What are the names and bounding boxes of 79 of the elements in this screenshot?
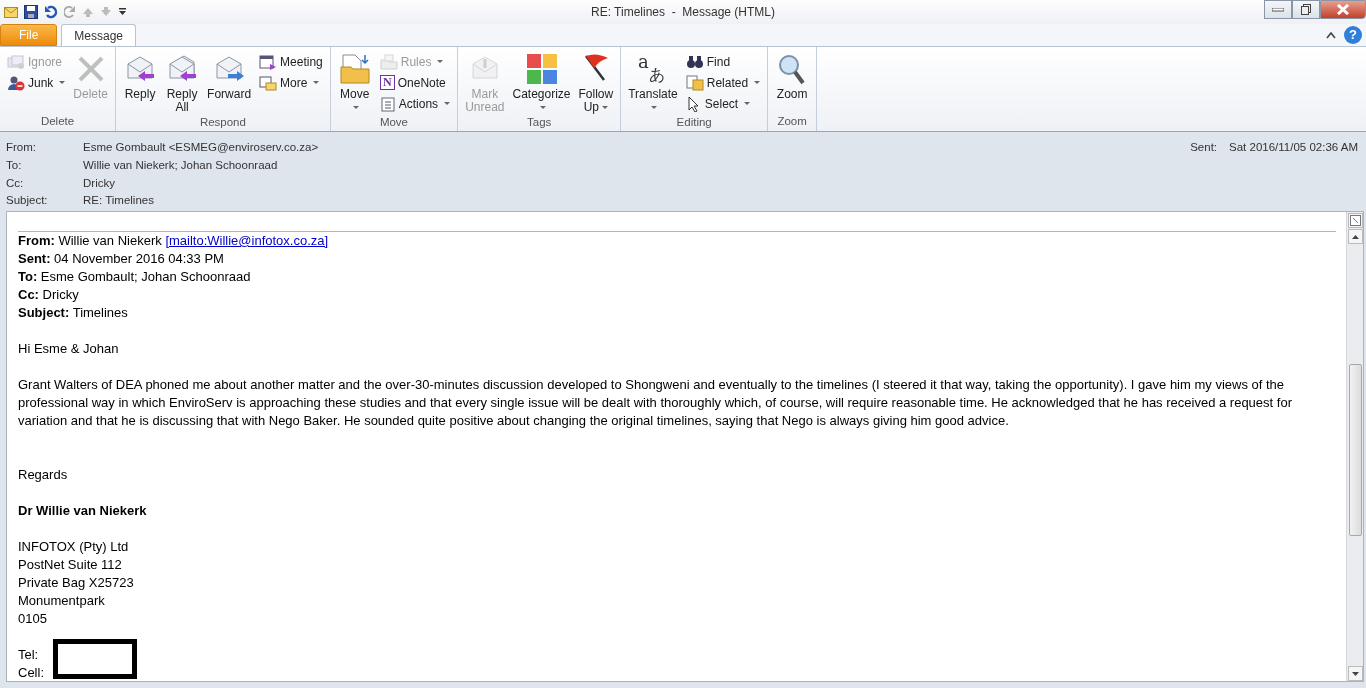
reply-all-icon: [166, 54, 199, 84]
clipboard-icon: [379, 95, 396, 112]
field-value: Dricky: [83, 175, 116, 191]
group-label: Delete: [39, 114, 76, 129]
email-link[interactable]: [mailto:Willie@infotox.co.za]: [165, 233, 329, 248]
help-button[interactable]: ?: [1344, 26, 1362, 44]
envelope-icon[interactable]: [4, 6, 18, 18]
ribbon-button[interactable]: Categorize: [509, 49, 574, 114]
binoculars-icon: [685, 53, 704, 70]
junk-icon: [7, 74, 25, 91]
ribbon-button[interactable]: Actions: [376, 93, 454, 114]
ribbon-button[interactable]: Related: [682, 72, 764, 93]
split-view-button[interactable]: [1347, 213, 1363, 228]
restore-button[interactable]: [1292, 0, 1320, 19]
ribbon-button[interactable]: Find: [682, 51, 764, 72]
ribbon-button[interactable]: Select: [682, 93, 764, 114]
address-line: 0105: [18, 610, 48, 628]
ribbon-button[interactable]: Follow Up: [575, 49, 617, 114]
window-title: RE: Timelines - Message (HTML): [590, 5, 775, 19]
ribbon-button[interactable]: Zoom: [772, 49, 813, 113]
reply-icon: [124, 54, 157, 84]
message-paragraph: Grant Walters of DEA phoned me about another matter and the over-30-minutes discussion developed to Shongweni and eventually to the timelines (I steered it that way, taking the opportunity). I gave him my views of the professional way in which EnviroServ is approaching these studies and that every single issue will be dealt with thoroughly which, of course, will require reasonable time. He acknowledged that he has received a request for variation and that he is discussing that with Nego Baker. He sounded quite positive about changing the original timelines, saying that Nego is always giving him good advice.: [18, 376, 1293, 430]
close-button[interactable]: [1320, 0, 1366, 19]
field-label: To:: [6, 157, 23, 173]
close-icon: [1337, 4, 1349, 15]
field-label: Cc:: [6, 175, 25, 191]
ribbon-button[interactable]: More: [256, 72, 326, 93]
field-value: Sat 2016/11/05 02:36 AM: [1229, 140, 1358, 155]
field-label: Sent:: [1190, 140, 1218, 155]
notebook-icon: N: [379, 75, 395, 90]
ribbon-button[interactable]: Reply: [120, 49, 161, 114]
ribbon-button[interactable]: Reply All: [162, 49, 203, 114]
greeting-text: Hi Esme & Johan: [18, 340, 120, 358]
up-arrow-icon: [1351, 234, 1359, 239]
restore-icon: [1301, 4, 1311, 15]
ribbon-button[interactable]: Meeting: [256, 51, 326, 72]
header-line: From: Willie van Niekerk [mailto:Willie@infotox.co.za]: [18, 232, 330, 250]
group-label: Move: [378, 115, 409, 130]
field-value: Esme Gombault <ESMEG@enviroserv.co.za>: [83, 140, 319, 155]
documents-icon: [685, 74, 704, 91]
closing-text: Regards: [18, 466, 69, 484]
scroll-down-button[interactable]: [1347, 666, 1363, 681]
header-line: Cc: Dricky: [18, 286, 80, 304]
ribbon-button[interactable]: Junk: [4, 72, 69, 93]
contact-label: Tel:: [18, 646, 40, 664]
header-line: To: Esme Gombault; Johan Schoonraad: [18, 268, 252, 286]
address-line: Private Bag X25723: [18, 574, 135, 592]
undo-icon[interactable]: [44, 5, 58, 19]
scrollbar-thumb[interactable]: [1348, 364, 1362, 536]
field-value: Willie van Niekerk; Johan Schoonraad: [83, 157, 279, 173]
folder-icon: [338, 53, 371, 85]
ribbon-tab[interactable]: Message: [61, 24, 137, 46]
ribbon-button[interactable]: N OneNote: [376, 72, 454, 93]
calendar-icon: [259, 53, 278, 70]
address-line: INFOTOX (Pty) Ltd: [18, 538, 130, 556]
forward-icon: [213, 54, 246, 84]
collapse-ribbon-icon[interactable]: [1326, 31, 1336, 39]
group-label: Respond: [198, 115, 247, 130]
minimize-icon: [1272, 7, 1284, 12]
address-line: Monumentpark: [18, 592, 106, 610]
group-label: Tags: [526, 115, 553, 130]
ribbon-button[interactable]: Move: [334, 49, 375, 114]
field-label: Subject:: [6, 193, 49, 209]
ribbon-button[interactable]: Forward: [204, 49, 255, 114]
customize-toolbar-icon[interactable]: [118, 7, 127, 17]
field-label: From:: [6, 140, 38, 155]
field-value: RE: Timelines: [83, 193, 155, 209]
header-line: Subject: Timelines: [18, 304, 129, 322]
save-icon[interactable]: [24, 5, 38, 19]
address-line: PostNet Suite 112: [18, 556, 123, 574]
contact-label: Cell:: [18, 664, 45, 681]
header-line: Sent: 04 November 2016 04:33 PM: [18, 250, 225, 268]
down-arrow-icon: [1351, 671, 1359, 676]
scroll-up-button[interactable]: [1347, 229, 1363, 244]
color-squares-icon: [525, 53, 558, 85]
split-icon: [1349, 215, 1361, 226]
group-label: Editing: [675, 115, 713, 130]
group-label: Zoom: [776, 114, 808, 129]
signature-name: Dr Willie van Niekerk: [18, 502, 148, 520]
